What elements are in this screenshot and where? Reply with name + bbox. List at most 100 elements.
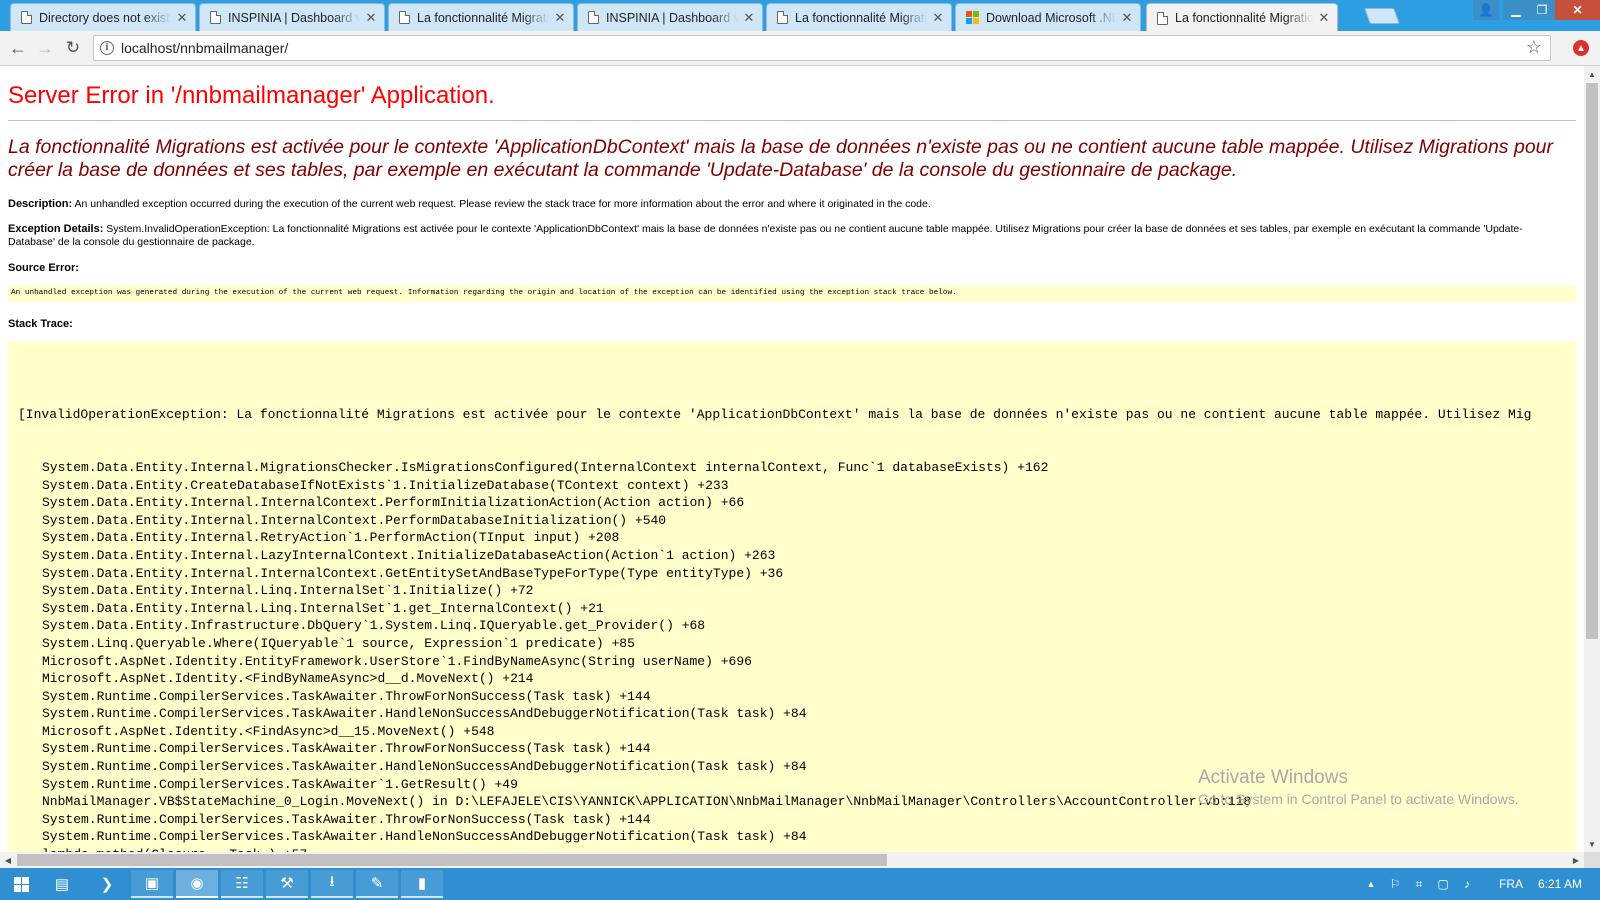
stack-frame: System.Runtime.CompilerServices.TaskAwai… xyxy=(42,706,807,722)
new-tab-button[interactable] xyxy=(1364,8,1400,24)
extension-icon[interactable]: ▲ xyxy=(1573,40,1589,56)
tab-directory-not-exist[interactable]: Directory does not exist ✕ xyxy=(10,3,196,31)
scroll-up-arrow-icon[interactable]: ▲ xyxy=(1584,66,1600,82)
exception-text: System.InvalidOperationException: La fon… xyxy=(8,223,1523,248)
error-message: La fonctionnalité Migrations est activée… xyxy=(8,136,1554,181)
minimize-button[interactable]: ▁ xyxy=(1503,0,1529,20)
display-icon[interactable]: ▢ xyxy=(1432,868,1454,900)
scroll-down-arrow-icon[interactable]: ▼ xyxy=(1584,836,1600,852)
stack-frame: System.Data.Entity.Internal.InternalCont… xyxy=(42,565,784,581)
stack-frame: System.Data.Entity.Infrastructure.DbQuer… xyxy=(42,618,706,634)
page-icon xyxy=(210,11,221,24)
stack-frame: System.Runtime.CompilerServices.TaskAwai… xyxy=(42,811,651,827)
stack-frame: System.Data.Entity.Internal.RetryAction`… xyxy=(42,530,620,546)
info-icon[interactable]: i xyxy=(100,41,114,55)
description-section: Description: An unhandled exception occu… xyxy=(8,198,1568,211)
scroll-left-arrow-icon[interactable]: ◀ xyxy=(0,852,16,868)
stack-frame: System.Runtime.CompilerServices.TaskAwai… xyxy=(42,741,651,757)
close-icon[interactable]: ✕ xyxy=(364,10,378,26)
tab-migrations-error[interactable]: La fonctionnalité Migrations ✕ xyxy=(388,3,574,31)
tools-icon[interactable]: ⚒ xyxy=(266,870,308,898)
page-icon xyxy=(21,11,32,24)
tab-title: La fonctionnalité Migrations xyxy=(1175,11,1313,25)
vertical-scroll-thumb[interactable] xyxy=(1586,83,1598,639)
chrome-icon[interactable]: ◉ xyxy=(176,870,218,898)
powershell-icon[interactable]: ❯ xyxy=(86,870,128,898)
start-icon xyxy=(13,876,29,892)
close-icon[interactable]: ✕ xyxy=(1317,10,1331,26)
close-icon[interactable]: ✕ xyxy=(175,10,189,26)
forward-arrow-icon[interactable]: → xyxy=(33,37,57,59)
tab-migrations-error[interactable]: La fonctionnalité Migrations ✕ xyxy=(766,3,952,31)
tab-title: INSPINIA | Dashboard v.2 xyxy=(606,10,738,25)
page-icon xyxy=(588,11,599,24)
stack-frame: Microsoft.AspNet.Identity.<FindAsync>d__… xyxy=(42,723,495,739)
horizontal-scrollbar[interactable]: ◀ ▶ xyxy=(0,852,1584,868)
network-icon[interactable]: ☷ xyxy=(221,870,263,898)
activate-windows-watermark: Activate Windows Go to System in Control… xyxy=(1198,766,1519,808)
command-prompt-icon[interactable]: ▮ xyxy=(401,870,443,898)
page-title: Server Error in '/nnbmailmanager' Applic… xyxy=(8,82,495,109)
stack-trace-label: Stack Trace: xyxy=(8,318,73,330)
source-error-heading: Source Error: xyxy=(8,262,1568,275)
divider xyxy=(8,120,1576,121)
exception-label: Exception Details: xyxy=(8,223,104,235)
stack-frame: System.Data.Entity.Internal.LazyInternal… xyxy=(42,547,776,563)
volume-icon[interactable]: ♪ xyxy=(1456,868,1478,900)
horizontal-scroll-thumb[interactable] xyxy=(17,854,887,866)
notepad-icon[interactable]: ✎ xyxy=(356,870,398,898)
description-text: An unhandled exception occurred during t… xyxy=(74,198,931,210)
tab-title: La fonctionnalité Migrations xyxy=(417,10,549,25)
microsoft-logo-icon xyxy=(966,11,979,24)
show-hidden-icons-icon[interactable]: ▲ xyxy=(1362,868,1380,900)
page-viewport: Server Error in '/nnbmailmanager' Applic… xyxy=(0,66,1584,852)
server-manager-icon[interactable]: ▤ xyxy=(41,870,83,898)
stack-frame: System.Runtime.CompilerServices.TaskAwai… xyxy=(42,829,807,845)
stack-frame: Microsoft.AspNet.Identity.<FindByNameAsy… xyxy=(42,671,534,687)
close-icon[interactable]: ✕ xyxy=(931,10,945,26)
source-error-label: Source Error: xyxy=(8,262,79,274)
user-profile-icon[interactable]: 👤 xyxy=(1473,0,1499,20)
tab-title: INSPINIA | Dashboard v.2 xyxy=(228,10,360,25)
file-explorer-icon[interactable]: ▣ xyxy=(131,870,173,898)
bookmark-star-icon[interactable]: ☆ xyxy=(1526,37,1542,58)
stack-frame: System.Data.Entity.Internal.InternalCont… xyxy=(42,512,667,528)
tab-inspinia-dashboard[interactable]: INSPINIA | Dashboard v.2 ✕ xyxy=(577,3,763,31)
restore-button[interactable]: ❐ xyxy=(1529,0,1555,20)
watermark-subtitle: Go to System in Control Panel to activat… xyxy=(1198,791,1519,807)
tab-inspinia-dashboard[interactable]: INSPINIA | Dashboard v.2 ✕ xyxy=(199,3,385,31)
exception-details-section: Exception Details: System.InvalidOperati… xyxy=(8,223,1568,249)
tab-migrations-error-active[interactable]: La fonctionnalité Migrations ✕ xyxy=(1146,3,1338,32)
watermark-title: Activate Windows xyxy=(1198,767,1348,788)
action-center-icon[interactable]: ⚐ xyxy=(1384,868,1406,900)
start-button[interactable] xyxy=(0,870,42,898)
close-icon[interactable]: ✕ xyxy=(1120,10,1134,26)
taskbar: ▤ ❯ ▣ ◉ ☷ ⚒ ⭳ ✎ ▮ ▲ ⚐ ⌗ ▢ ♪ FRA 6:21 AM xyxy=(0,868,1600,900)
tab-title: Directory does not exist xyxy=(39,10,170,25)
tab-title: Download Microsoft .NET xyxy=(986,10,1116,25)
tab-download-dotnet[interactable]: Download Microsoft .NET ✕ xyxy=(955,3,1141,31)
stack-trace-heading: Stack Trace: xyxy=(8,318,1568,331)
scroll-right-arrow-icon[interactable]: ▶ xyxy=(1568,852,1584,868)
scrollbar-corner xyxy=(1584,852,1600,868)
stack-frame: System.Linq.Queryable.Where(IQueryable`1… xyxy=(42,635,635,651)
url-input[interactable] xyxy=(121,36,1501,60)
reload-icon[interactable]: ↻ xyxy=(61,37,85,59)
stack-frame: System.Data.Entity.Internal.InternalCont… xyxy=(42,495,745,511)
stack-frame: System.Runtime.CompilerServices.TaskAwai… xyxy=(42,688,651,704)
close-icon[interactable]: ✕ xyxy=(742,10,756,26)
close-window-button[interactable]: ✕ xyxy=(1555,0,1600,20)
network-status-icon[interactable]: ⌗ xyxy=(1408,868,1430,900)
language-indicator[interactable]: FRA xyxy=(1494,868,1528,900)
system-clock[interactable]: 6:21 AM xyxy=(1532,868,1588,900)
back-arrow-icon[interactable]: ← xyxy=(6,37,30,59)
vertical-scrollbar[interactable]: ▲ ▼ xyxy=(1584,66,1600,852)
address-bar[interactable]: i ☆ xyxy=(93,35,1551,61)
stack-frame: System.Data.Entity.CreateDatabaseIfNotEx… xyxy=(42,477,729,493)
stack-frame: Microsoft.AspNet.Identity.EntityFramewor… xyxy=(42,653,752,669)
tab-strip: Directory does not exist ✕ INSPINIA | Da… xyxy=(0,0,1600,32)
installer-icon[interactable]: ⭳ xyxy=(311,870,353,898)
tab-title: La fonctionnalité Migrations xyxy=(795,10,927,25)
close-icon[interactable]: ✕ xyxy=(553,10,567,26)
stack-exception-line: [InvalidOperationException: La fonctionn… xyxy=(18,407,1532,423)
